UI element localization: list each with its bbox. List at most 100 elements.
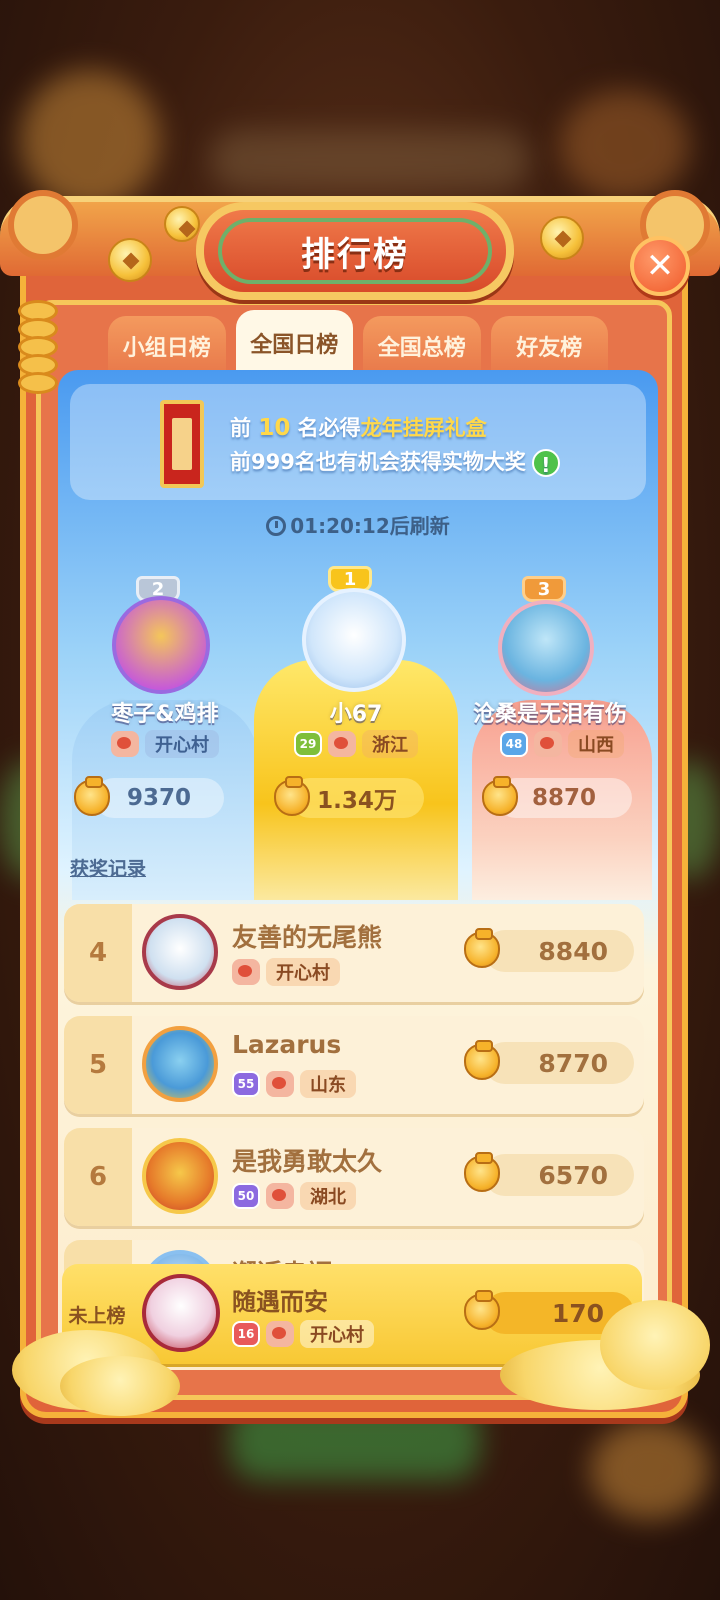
tab-label: 小组日榜 — [122, 336, 211, 361]
dragon-icon — [266, 1183, 294, 1209]
title-plaque: 排行榜 — [196, 202, 514, 300]
location-chip: 山东 — [300, 1070, 356, 1098]
location-chip: 浙江 — [362, 730, 418, 758]
podium-player-name: 枣子&鸡排 — [111, 702, 219, 727]
tab-label: 好友榜 — [516, 336, 583, 361]
row-chips: 55 山东 — [232, 1070, 356, 1098]
avatar[interactable] — [142, 914, 218, 990]
podium-chips: 48 山西 — [472, 730, 652, 758]
reward-line-2-text: 前999名也有机会获得实物大奖 — [230, 450, 526, 474]
dragon-icon — [328, 731, 356, 757]
score-value: 1.34万 — [317, 788, 397, 814]
award-history-link[interactable]: 获奖记录 — [70, 854, 146, 881]
dragon-icon — [232, 959, 260, 985]
level-badge: 50 — [232, 1183, 260, 1209]
dragon-icon — [111, 731, 139, 757]
player-name: 是我勇敢太久 — [232, 1147, 383, 1176]
coin-icon — [108, 238, 152, 282]
level-badge: 29 — [294, 731, 322, 757]
coin-icon — [164, 206, 200, 242]
reward-line-1: 前 10 名必得龙年挂屏礼盒 — [230, 412, 487, 442]
podium-player-name: 沧桑是无泪有伤 — [472, 702, 627, 727]
refresh-timer: 01:20:12后刷新 — [58, 510, 658, 539]
info-icon[interactable]: ! — [531, 449, 560, 477]
score-value: 8770 — [538, 1048, 608, 1078]
tab-friends[interactable]: 好友榜 — [490, 316, 608, 376]
podium-chips: 29 浙江 — [254, 730, 458, 758]
tab-national-daily[interactable]: 全国日榜 — [235, 310, 353, 376]
money-bag-icon — [464, 1040, 500, 1080]
dragon-icon — [266, 1071, 294, 1097]
reward-gift-name: 龙年挂屏礼盒 — [360, 416, 487, 440]
tab-national-total[interactable]: 全国总榜 — [363, 316, 481, 376]
clock-icon — [266, 516, 287, 536]
score-value: 170 — [551, 1298, 604, 1328]
player-name: 友善的无尾熊 — [232, 923, 383, 952]
cloud-decoration — [600, 1300, 710, 1390]
row-score: 8840 — [464, 928, 634, 972]
tab-bar: 小组日榜 全国日榜 全国总榜 好友榜 — [108, 310, 608, 376]
podium-score: 8870 — [482, 776, 632, 818]
row-chips: 开心村 — [232, 958, 340, 986]
reward-mid-text: 名必得 — [297, 416, 361, 440]
row-rank: 6 — [64, 1128, 132, 1226]
score-value: 8870 — [531, 785, 596, 811]
dragon-icon — [534, 731, 562, 757]
level-badge: 16 — [232, 1321, 260, 1347]
refresh-text: 01:20:12后刷新 — [290, 514, 450, 538]
podium-rank: 1 — [343, 569, 357, 590]
row-chips: 50 湖北 — [232, 1182, 356, 1210]
page-title: 排行榜 — [301, 234, 409, 275]
row-score: 6570 — [464, 1152, 634, 1196]
leaderboard-content: 前 10 名必得龙年挂屏礼盒 前999名也有机会获得实物大奖! 01:20:12… — [58, 370, 658, 1370]
score-value: 6570 — [538, 1160, 608, 1190]
avatar[interactable] — [142, 1026, 218, 1102]
level-badge: 55 — [232, 1071, 260, 1097]
coin-icon — [540, 216, 584, 260]
podium-chips: 开心村 — [72, 730, 258, 758]
money-bag-icon — [464, 1290, 500, 1330]
eave-curl-left — [8, 190, 78, 260]
avatar[interactable] — [142, 1138, 218, 1214]
coin-string-decoration — [18, 300, 58, 440]
location-chip: 开心村 — [266, 958, 340, 986]
money-bag-icon — [274, 776, 310, 816]
reward-info-card[interactable] — [70, 384, 646, 500]
row-score: 8770 — [464, 1040, 634, 1084]
player-name: 随遇而安 — [232, 1288, 328, 1316]
money-bag-icon — [482, 776, 518, 816]
row-rank: 4 — [64, 904, 132, 1002]
avatar[interactable] — [112, 596, 210, 694]
table-row[interactable]: 4 友善的无尾熊 开心村 8840 — [64, 904, 644, 1002]
close-icon: ✕ — [645, 246, 675, 286]
level-badge: 48 — [500, 731, 528, 757]
podium-rank: 3 — [537, 579, 551, 600]
location-chip: 山西 — [568, 730, 624, 758]
avatar[interactable] — [302, 588, 406, 692]
cloud-decoration — [60, 1356, 180, 1416]
table-row[interactable]: 6 是我勇敢太久 50 湖北 6570 — [64, 1128, 644, 1226]
podium-score: 1.34万 — [274, 776, 424, 818]
tab-label: 全国总榜 — [377, 336, 466, 361]
gift-box-icon — [160, 400, 204, 488]
table-row[interactable]: 5 Lazarus 55 山东 8770 — [64, 1016, 644, 1114]
close-button[interactable]: ✕ — [630, 236, 690, 296]
podium-player-name: 小67 — [329, 702, 383, 727]
tab-group-daily[interactable]: 小组日榜 — [108, 316, 226, 376]
money-bag-icon — [464, 1152, 500, 1192]
avatar[interactable] — [498, 600, 594, 696]
player-name: Lazarus — [232, 1030, 342, 1059]
row-chips: 16 开心村 — [232, 1320, 374, 1348]
dragon-icon — [266, 1321, 294, 1347]
podium-score: 9370 — [74, 776, 224, 818]
score-value: 8840 — [538, 936, 608, 966]
money-bag-icon — [74, 776, 110, 816]
crown-bronze-icon: 3 — [518, 562, 570, 602]
tab-label: 全国日榜 — [250, 333, 339, 358]
location-chip: 开心村 — [145, 730, 219, 758]
crown-gold-icon: 1 — [324, 552, 376, 592]
reward-line-2: 前999名也有机会获得实物大奖! — [230, 446, 560, 477]
location-chip: 开心村 — [300, 1320, 374, 1348]
score-value: 9370 — [126, 785, 191, 811]
avatar[interactable] — [142, 1274, 220, 1352]
